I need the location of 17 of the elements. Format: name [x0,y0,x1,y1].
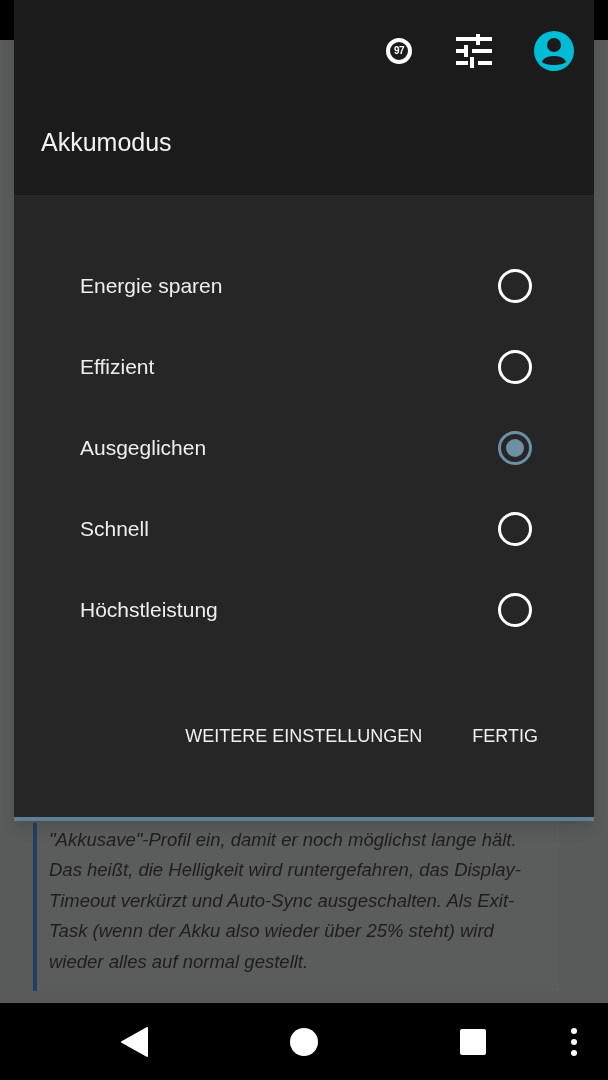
article-paragraph: "Akkusave"-Profil ein, damit er noch möglichst lange hält. Das heißt, die Helligkeit wird runtergefahren, das Display-Timeout verkürzt und Auto-Sync ausgeschalten. Als Exit-Task (wenn der Akku also wieder über 25% steht) wird wieder alles auf normal gestellt. [49,827,522,974]
battery-badge[interactable]: 97 [386,38,412,64]
account-icon[interactable] [534,31,574,71]
back-icon[interactable] [121,1026,149,1057]
radio-button[interactable] [498,430,532,465]
dialog-button[interactable]: FERTIG [472,715,538,758]
option-label[interactable]: Ausgeglichen [80,431,207,464]
recents-icon[interactable] [460,1028,486,1055]
option-label[interactable]: Höchstleistung [80,593,218,626]
more-icon[interactable] [570,1027,578,1056]
option-label[interactable]: Energie sparen [80,269,223,302]
option-label[interactable]: Schnell [80,512,149,545]
option-label[interactable]: Effizient [80,350,155,383]
sliders-icon[interactable] [456,34,492,68]
home-icon[interactable] [289,1026,319,1057]
dialog-title: Akkumodus [41,130,173,155]
dialog-button[interactable]: WEITERE EINSTELLUNGEN [185,715,423,758]
